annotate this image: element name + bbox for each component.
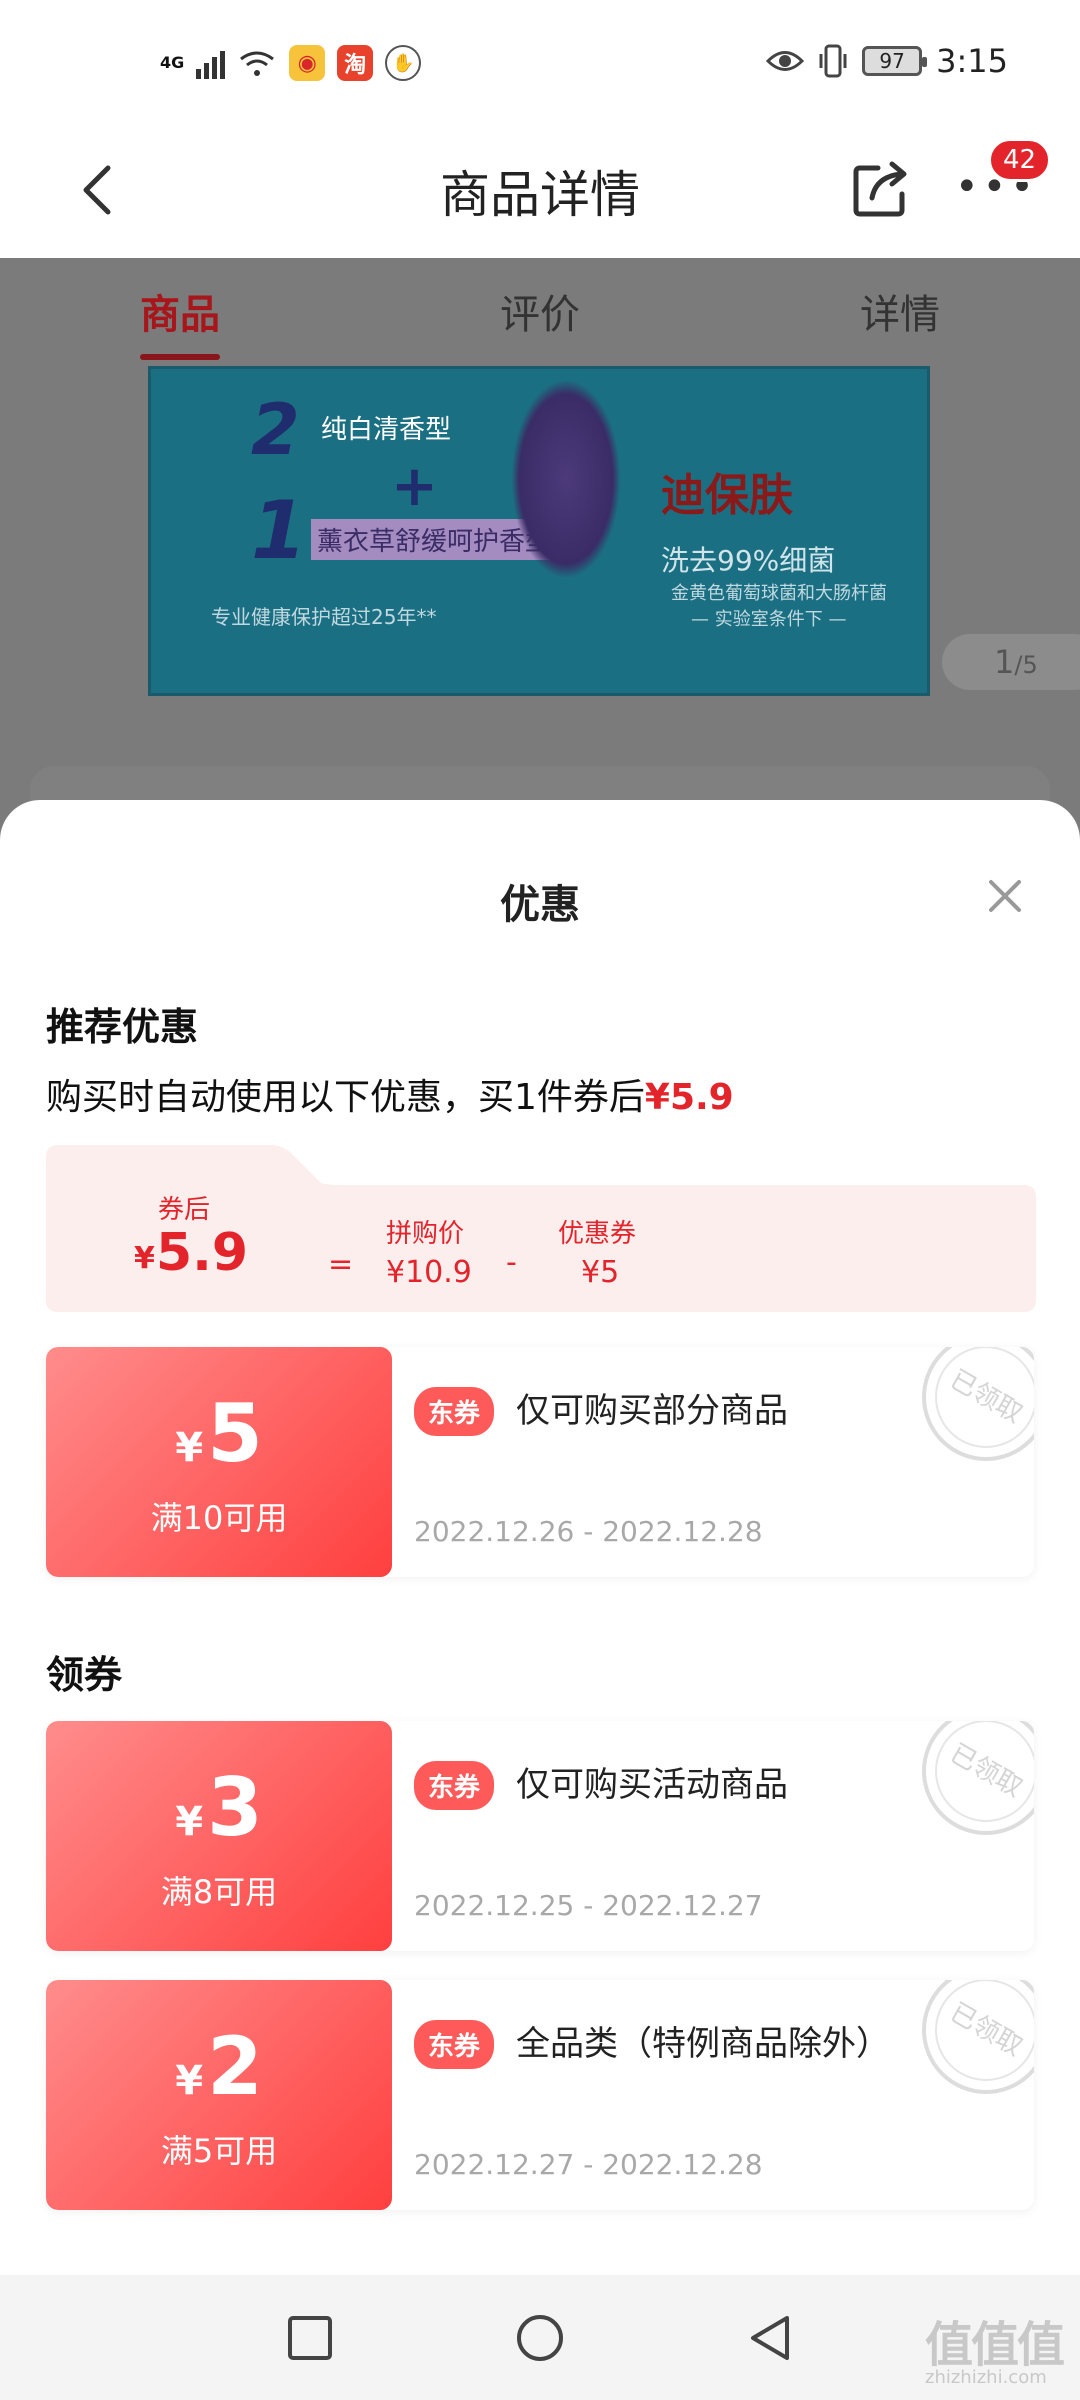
lavender-image [511,379,621,579]
coupon-value: ¥5 [581,1255,620,1290]
coupon-yen: ¥ [175,1799,204,1845]
pager-total: /5 [1014,651,1038,679]
coupon-tag: 东券 [414,1761,495,1810]
coupon-amount: ¥2 [46,2022,392,2126]
tab-indicator [140,354,220,360]
product-page-background: 商品 评价 详情 2 纯白清香型 + 1 薰衣草舒缓呵护香型 迪保肤 洗去99%… [0,258,1080,966]
banner-claim: 洗去99%细菌 [661,544,836,577]
coupon-description: 全品类（特例商品除外） [516,2024,890,2064]
equals-sign: = [328,1247,354,1282]
notification-badge: 42 [988,138,1052,182]
app-icon: ✋ [385,45,422,81]
group-price-value: ¥10.9 [386,1255,472,1290]
group-price-label: 拼购价 [386,1219,465,1249]
clock: 3:15 [936,42,1008,80]
pager-current: 1 [994,643,1015,681]
banner-line-white: 纯白清香型 [321,415,452,445]
claimed-stamp: 已领取 [922,1980,1034,2094]
recommend-title: 推荐优惠 [46,1005,199,1049]
coupon-condition: 满5可用 [160,2132,278,2170]
coupon-date: 2022.12.25 - 2022.12.27 [414,1889,763,1922]
tab-reviews[interactable]: 评价 [500,282,580,340]
status-right: 97 3:15 [766,42,1008,80]
image-pager: 1/5 [942,634,1080,690]
banner-sub2: — 实验室条件下 — [691,609,847,630]
after-coupon-value: 5.9 [156,1223,249,1283]
banner-number-2: 2 [251,389,300,471]
battery-level: 97 [879,49,905,73]
claim-coupons-title: 领券 [46,1653,123,1697]
coupon-date: 2022.12.27 - 2022.12.28 [414,2148,763,2181]
product-image[interactable]: 2 纯白清香型 + 1 薰衣草舒缓呵护香型 迪保肤 洗去99%细菌 金黄色葡萄球… [148,366,930,696]
watermark-logo: 值值值 [925,2317,1065,2373]
coupon-tag: 东券 [414,2020,495,2069]
stamp-text: 已领取 [945,1739,1028,1804]
claimed-stamp: 已领取 [922,1347,1034,1461]
coupon-value-block: ¥2 满5可用 [46,1980,392,2210]
coupon-label: 优惠券 [558,1219,637,1249]
banner-brand: 迪保肤 [661,470,793,521]
minus-sign: - [506,1245,517,1280]
battery-icon: 97 [862,46,928,76]
coupon-card[interactable]: ¥5 满10可用 东券 仅可购买部分商品 2022.12.26 - 2022.1… [46,1347,1034,1577]
discount-sheet: 优惠 推荐优惠 购买时自动使用以下优惠，买1件券后¥5.9 券后 ¥ 5.9 =… [0,800,1080,2275]
coupon-condition: 满8可用 [160,1873,278,1911]
weibo-icon: ◉ [289,45,326,81]
coupon-amount: ¥3 [46,1763,392,1867]
eye-icon [766,51,805,71]
status-bar: 4G ◉ 淘 ✋ 97 3:15 [0,0,1080,130]
wifi-icon [240,51,275,76]
tab-product[interactable]: 商品 [140,282,220,340]
stamp-text: 已领取 [945,1365,1028,1430]
coupon-amount-value: 2 [207,2020,263,2113]
after-coupon-yen: ¥ [134,1241,155,1276]
recents-icon[interactable] [285,2313,335,2363]
coupon-description: 仅可购买部分商品 [516,1391,788,1431]
status-left: 4G ◉ 淘 ✋ [160,45,422,81]
claimed-stamp: 已领取 [922,1721,1034,1835]
after-coupon-label: 券后 [158,1195,211,1225]
signal-icon [196,47,226,79]
back-nav-icon[interactable] [745,2313,795,2363]
banner-sub1: 金黄色葡萄球菌和大肠杆菌 [671,583,887,604]
coupon-description: 仅可购买活动商品 [516,1765,788,1805]
auto-discount-text: 购买时自动使用以下优惠，买1件券后¥5.9 [46,1068,734,1120]
tab-details[interactable]: 详情 [860,282,940,340]
close-icon[interactable] [985,876,1025,916]
share-icon[interactable] [848,158,912,222]
coupon-value-block: ¥5 满10可用 [46,1347,392,1577]
taobao-icon: 淘 [337,45,374,81]
product-tabs: 商品 评价 详情 [0,258,1080,368]
system-nav-bar: 值值值 zhizhizhi.com [0,2275,1080,2400]
banner-footnote: 专业健康保护超过25年** [211,605,437,629]
network-type: 4G [160,53,185,72]
coupon-amount-value: 3 [207,1761,263,1854]
coupon-condition: 满10可用 [150,1499,288,1537]
coupon-value-block: ¥3 满8可用 [46,1721,392,1951]
auto-price: ¥5.9 [644,1077,734,1118]
stamp-text: 已领取 [945,1998,1028,2063]
coupon-tag: 东券 [414,1387,495,1436]
vibrate-icon [819,44,847,78]
page-title: 商品详情 [440,166,640,224]
watermark-domain: zhizhizhi.com [925,2367,1047,2388]
banner-number-1: 1 [251,484,307,577]
coupon-amount: ¥5 [46,1389,392,1493]
home-icon[interactable] [515,2313,565,2363]
coupon-yen: ¥ [175,1425,204,1471]
coupon-yen: ¥ [175,2058,204,2104]
price-summary: 券后 ¥ 5.9 = 拼购价 ¥10.9 - 优惠券 ¥5 [46,1145,1036,1312]
coupon-date: 2022.12.26 - 2022.12.28 [414,1515,763,1548]
coupon-card[interactable]: ¥3 满8可用 东券 仅可购买活动商品 2022.12.25 - 2022.12… [46,1721,1034,1951]
coupon-card[interactable]: ¥2 满5可用 东券 全品类（特例商品除外） 2022.12.27 - 2022… [46,1980,1034,2210]
top-app-bar: 商品详情 ••• 42 [0,130,1080,258]
auto-text: 购买时自动使用以下优惠，买1件券后 [46,1077,645,1118]
sheet-title: 优惠 [500,882,580,928]
coupon-amount-value: 5 [207,1387,263,1480]
banner-plus: + [391,454,438,519]
